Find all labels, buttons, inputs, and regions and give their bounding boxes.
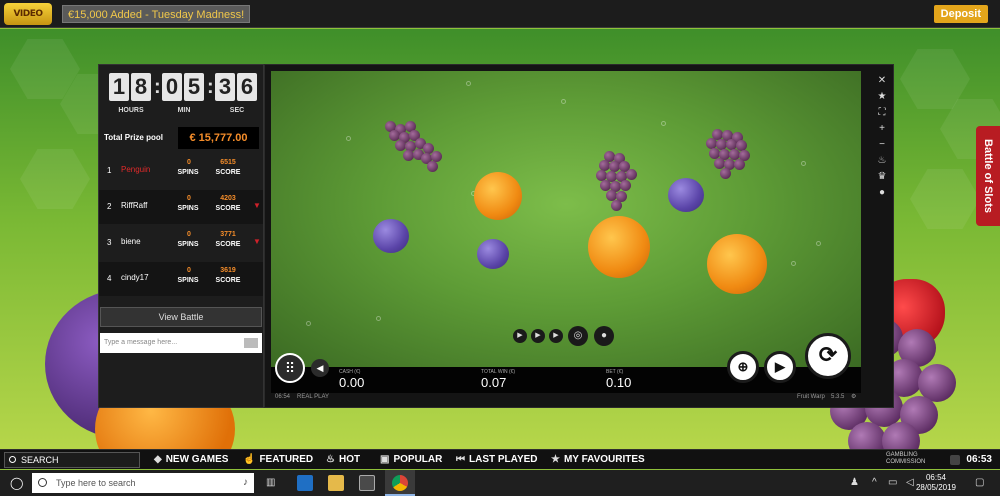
notifications-icon[interactable]: ▢ [975,477,984,488]
search-input[interactable]: SEARCH [4,452,140,468]
windows-taskbar: ◯ Type here to search ♪ ▥ ♟ ^ ▭ ◁ 06:54 … [0,470,1000,496]
seconds-label: SEC [229,107,245,114]
store-icon[interactable] [359,475,375,491]
orange-icon [707,234,767,294]
fullscreen-icon[interactable]: ⛶ [875,105,889,121]
plum-icon [477,239,509,269]
leaderboard-row[interactable]: 4 cindy17 0 SPINS 3619 SCORE [99,262,263,296]
game-side-toolbar: ✕ ★ ⛶ + − ♨ ♛ ● [875,73,889,201]
deposit-button[interactable]: Deposit [933,5,988,23]
play-icon[interactable]: ▶ [513,329,527,343]
spin-icon[interactable]: ⟳ [805,333,851,379]
play-icon[interactable]: ▶ [549,329,563,343]
taskbar-search-input[interactable]: Type here to search ♪ [32,473,254,493]
cash-value: 0.00 [339,375,365,390]
countdown-timer: 1 8 : 0 5 : 3 6 HOURS MIN SEC [109,73,257,123]
tray-chevron-icon[interactable]: ^ [872,477,877,488]
system-clock[interactable]: 06:54 28/05/2019 [916,473,956,493]
autoplay-icon[interactable]: ▶ [764,351,796,383]
leaderboard-row[interactable]: 2 RiffRaff 0 SPINS 4203 SCORE ▼ [99,190,263,224]
nav-popular[interactable]: ▣ POPULAR [380,454,442,465]
game-hud: ⠿ ◀ CASH (€) 0.00 TOTAL WIN (€) 0.07 BET… [271,333,861,393]
chrome-icon[interactable] [392,475,408,491]
people-icon[interactable]: ♟ [850,477,859,488]
chat-input[interactable]: Type a message here... [100,333,262,353]
windows-start-icon[interactable]: ◯ [10,477,23,490]
close-icon[interactable]: ✕ [875,73,889,89]
nav-last-played[interactable]: ⏮ LAST PLAYED [456,454,538,465]
star-icon[interactable]: ★ [875,89,889,105]
gambling-commission-logo[interactable]: GAMBLING COMMISSION [886,452,946,466]
edge-icon[interactable] [297,475,313,491]
plus-icon[interactable]: + [875,121,889,137]
bet-value: 0.10 [606,375,632,390]
trophy-icon[interactable]: ♛ [875,169,889,185]
category-nav: SEARCH ◆ NEW GAMES ☝ FEATURED ♨ HOT ▣ POPULA… [0,449,1000,469]
promo-banner[interactable]: €15,000 Added - Tuesday Madness! [62,5,251,23]
timer-digit: 6 [237,73,257,101]
lock-icon: ▣ [380,454,390,465]
total-win-value: 0.07 [481,375,507,390]
search-icon [38,478,47,487]
network-icon[interactable]: ▭ [888,477,897,488]
fire-icon[interactable]: ♨ [875,153,889,169]
hours-label: HOURS [118,107,144,114]
nav-featured[interactable]: ☝ FEATURED [243,454,313,465]
file-explorer-icon[interactable] [328,475,344,491]
thumb-icon: ☝ [243,454,256,465]
leaderboard-row[interactable]: 3 biene 0 SPINS 3771 SCORE ▼ [99,226,263,260]
menu-grid-icon[interactable]: ⠿ [275,353,305,383]
chat-icon[interactable]: ● [875,185,889,201]
game-stage[interactable]: ▶ ▶ ▶ ◎ ● [271,71,861,367]
play-icon[interactable]: ▶ [531,329,545,343]
timer-digit: 8 [131,73,151,101]
nav-new-games[interactable]: ◆ NEW GAMES [154,454,228,465]
volume-icon[interactable]: ◁ [906,477,914,488]
battle-of-slots-tab[interactable]: Battle of Slots [976,126,1000,226]
fruit-icon[interactable]: ● [594,326,614,346]
nav-my-favourites[interactable]: ★ MY FAVOURITES [551,454,645,465]
player-name: biene [121,237,141,246]
sound-icon[interactable]: ◀ [311,359,329,377]
rewind-icon: ⏮ [456,454,465,465]
view-battle-button[interactable]: View Battle [100,307,262,327]
player-name: RiffRaff [121,201,148,210]
nav-hot[interactable]: ♨ HOT [326,454,360,465]
player-name: Penguin [121,165,151,174]
search-icon [9,456,16,463]
coin-icon[interactable]: ⊕ [727,351,759,383]
minutes-label: MIN [177,107,191,114]
timer-digit: 5 [184,73,204,101]
star-icon: ★ [551,454,560,465]
orange-icon [588,216,650,278]
game-footer: 06:54 REAL PLAY Fruit Warp 5.3.5 ⚙ [275,393,857,400]
spiral-icon[interactable]: ◎ [568,326,588,346]
leaderboard-row[interactable]: 1 Penguin 0 SPINS 6515 SCORE [99,154,263,188]
player-name: cindy17 [121,273,149,282]
orange-icon [474,172,522,220]
prize-pool-value: € 15,777.00 [178,127,259,149]
site-logo[interactable]: VIDEO SLOTS [4,3,52,41]
flame-icon: ♨ [326,454,335,465]
timer-digit: 3 [215,73,235,101]
cube-icon: ◆ [154,454,162,465]
minus-icon[interactable]: − [875,137,889,153]
send-message-icon[interactable] [244,338,258,348]
age-badge [950,455,960,465]
nav-clock: 06:53 [966,454,992,465]
microphone-icon[interactable]: ♪ [243,477,248,488]
timer-digit: 1 [109,73,129,101]
settings-icon[interactable]: ⚙ [851,393,856,400]
battle-panel: 1 8 : 0 5 : 3 6 HOURS MIN SEC Total Priz… [98,64,264,408]
game-window[interactable]: ▶ ▶ ▶ ◎ ● ✕ ★ ⛶ + − ♨ ♛ ● ⠿ ◀ CASH (€) 0… [264,64,894,408]
top-bar: VIDEO SLOTS €15,000 Added - Tuesday Madn… [0,0,1000,41]
rank-down-icon: ▼ [253,201,261,210]
timer-digit: 0 [162,73,182,101]
task-view-icon[interactable]: ▥ [266,477,275,488]
rank-down-icon: ▼ [253,237,261,246]
plum-icon [373,219,409,253]
plum-icon [668,178,704,212]
prize-pool-label: Total Prize pool [104,133,163,142]
